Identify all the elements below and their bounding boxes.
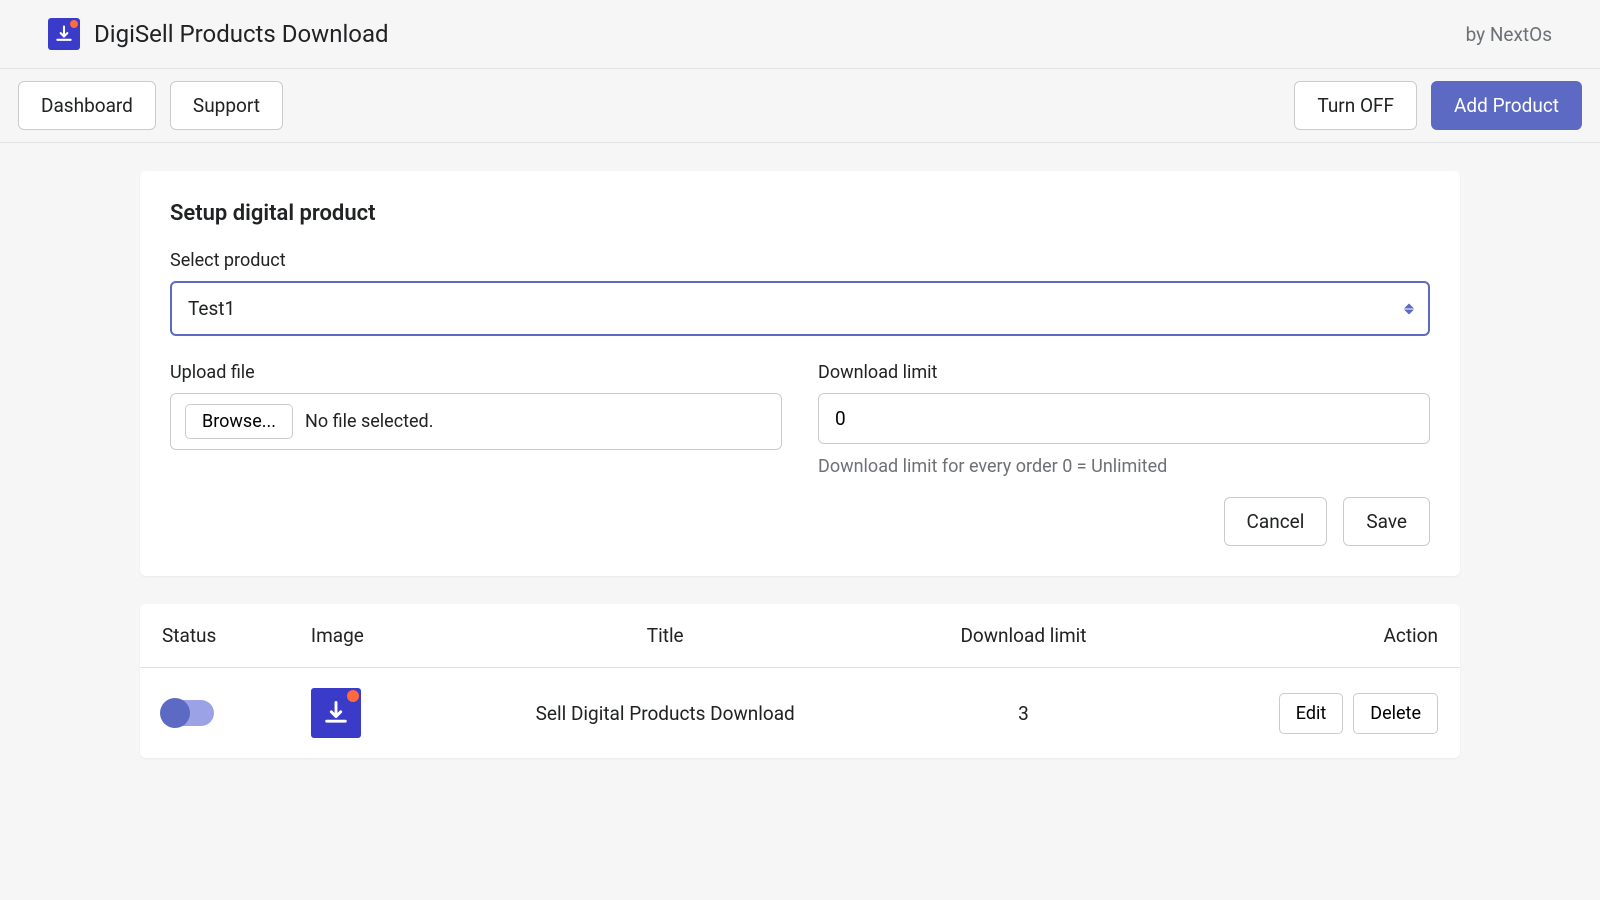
th-title: Title bbox=[436, 604, 895, 668]
download-limit-help: Download limit for every order 0 = Unlim… bbox=[818, 456, 1430, 477]
save-button[interactable]: Save bbox=[1343, 497, 1430, 546]
turn-off-button[interactable]: Turn OFF bbox=[1294, 81, 1417, 130]
select-product-input[interactable] bbox=[170, 281, 1430, 336]
select-product-wrap[interactable] bbox=[170, 281, 1430, 336]
select-product-label: Select product bbox=[170, 250, 1430, 271]
edit-button[interactable]: Edit bbox=[1279, 693, 1343, 734]
upload-file-input[interactable]: Browse... No file selected. bbox=[170, 393, 782, 450]
product-image-icon bbox=[311, 688, 361, 738]
by-text: by NextOs bbox=[1466, 23, 1552, 46]
app-title: DigiSell Products Download bbox=[94, 20, 389, 48]
th-image: Image bbox=[289, 604, 436, 668]
toolbar: Dashboard Support Turn OFF Add Product bbox=[0, 69, 1600, 143]
download-limit-label: Download limit bbox=[818, 362, 1430, 383]
upload-file-label: Upload file bbox=[170, 362, 782, 383]
row-title: Sell Digital Products Download bbox=[436, 668, 895, 759]
add-product-button[interactable]: Add Product bbox=[1431, 81, 1582, 130]
setup-title: Setup digital product bbox=[170, 201, 1430, 226]
row-download-limit: 3 bbox=[895, 668, 1153, 759]
file-status-text: No file selected. bbox=[305, 411, 433, 432]
support-button[interactable]: Support bbox=[170, 81, 283, 130]
browse-button[interactable]: Browse... bbox=[185, 404, 293, 439]
th-action: Action bbox=[1152, 604, 1460, 668]
th-status: Status bbox=[140, 604, 289, 668]
toggle-knob-icon bbox=[160, 698, 190, 728]
delete-button[interactable]: Delete bbox=[1353, 693, 1438, 734]
header-left: DigiSell Products Download bbox=[48, 18, 389, 50]
setup-card: Setup digital product Select product Upl… bbox=[140, 171, 1460, 576]
th-download-limit: Download limit bbox=[895, 604, 1153, 668]
products-table: Status Image Title Download limit Action bbox=[140, 604, 1460, 758]
status-toggle[interactable] bbox=[162, 700, 214, 726]
dashboard-button[interactable]: Dashboard bbox=[18, 81, 156, 130]
table-row: Sell Digital Products Download 3 Edit De… bbox=[140, 668, 1460, 759]
app-logo-icon bbox=[48, 18, 80, 50]
products-table-card: Status Image Title Download limit Action bbox=[140, 604, 1460, 758]
app-header: DigiSell Products Download by NextOs bbox=[0, 0, 1600, 69]
cancel-button[interactable]: Cancel bbox=[1224, 497, 1328, 546]
download-limit-input[interactable] bbox=[818, 393, 1430, 444]
